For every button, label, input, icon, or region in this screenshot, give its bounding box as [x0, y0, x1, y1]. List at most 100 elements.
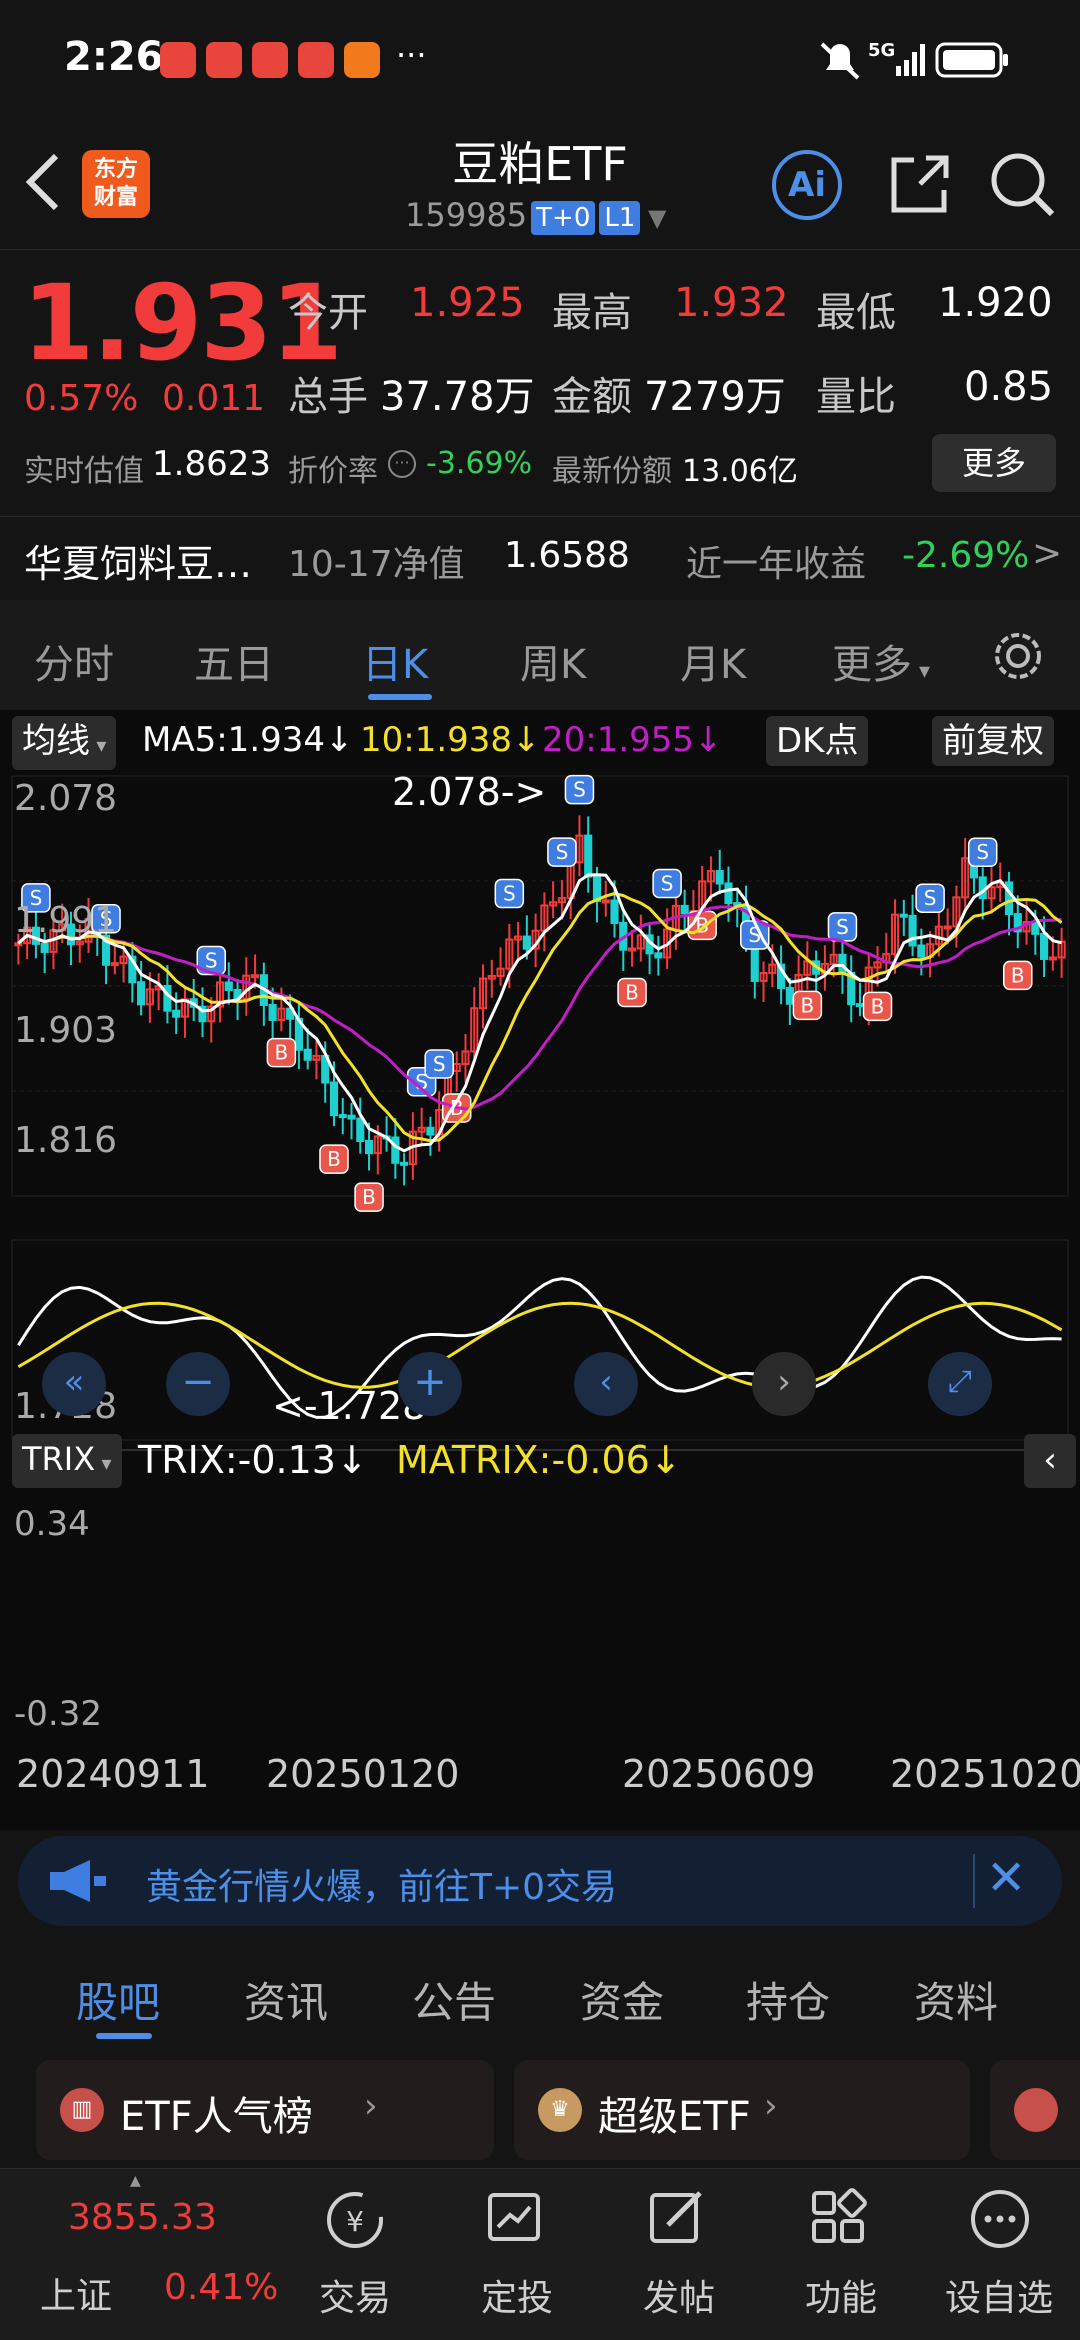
tab-weekly-k[interactable]: 周K: [520, 632, 586, 690]
trix-axis-max: 0.34: [14, 1504, 90, 1544]
chevron-right-icon: ›: [364, 2086, 378, 2126]
app-notification-icon: [344, 42, 380, 78]
index-change[interactable]: 0.41%: [164, 2267, 278, 2308]
tab-monthly-k[interactable]: 月K: [680, 632, 746, 690]
premium-label: 折价率: [288, 454, 378, 489]
candle: [601, 899, 610, 904]
mute-icon: [820, 42, 860, 80]
open-label: 今开: [288, 290, 368, 336]
super-etf-card[interactable]: ♛ 超级ETF ›: [514, 2060, 970, 2160]
date-axis-label: 20240911: [16, 1752, 210, 1796]
minus-icon[interactable]: −: [166, 1352, 230, 1416]
scroll-left-icon[interactable]: ‹: [574, 1352, 638, 1416]
tab-intraday[interactable]: 分时: [34, 632, 114, 690]
etf-popularity-card[interactable]: ▥ ETF人气榜 ›: [36, 2060, 494, 2160]
open-value: 1.925: [410, 280, 525, 326]
candle: [338, 1114, 347, 1119]
tab-five-day[interactable]: 五日: [194, 632, 274, 690]
nav-label: 10-17净值: [288, 544, 465, 585]
candle: [1031, 921, 1040, 935]
promo-banner[interactable]: 黄金行情火爆，前往T+0交易 ✕: [18, 1836, 1062, 1926]
tab-announcements[interactable]: 公告: [412, 1969, 496, 2030]
signal-marker-letter: S: [661, 871, 674, 895]
candle: [715, 870, 724, 885]
investment-plan-icon[interactable]: [484, 2187, 544, 2247]
signal-marker-letter: B: [275, 1041, 289, 1065]
signal-marker-letter: S: [836, 915, 849, 939]
signal-marker-letter: B: [327, 1147, 341, 1171]
price-axis-tick: 1.816: [14, 1120, 118, 1161]
volume-ratio-value: 0.85: [964, 364, 1054, 410]
trade-icon[interactable]: ¥: [322, 2187, 388, 2253]
candle: [1040, 932, 1049, 960]
candle: [303, 1048, 312, 1061]
compose-post-icon[interactable]: [646, 2187, 706, 2247]
etf-icon: [1014, 2088, 1058, 2132]
nav-functions[interactable]: 功能: [776, 2269, 906, 2321]
indicator-selector[interactable]: TRIX ▾: [12, 1434, 122, 1488]
signal-marker-letter: S: [433, 1052, 446, 1076]
tab-news[interactable]: 资讯: [244, 1969, 328, 2030]
nav-watchlist[interactable]: 设自选: [934, 2269, 1064, 2321]
bottom-nav: ▲ 3855.33 上证 0.41% ¥ 交易 定投 发帖 功能 设自选: [0, 2168, 1080, 2340]
ai-button[interactable]: Ai: [772, 150, 842, 220]
date-axis-label: 20251020: [890, 1752, 1080, 1796]
share-icon[interactable]: [884, 150, 954, 220]
amount-label: 金额: [552, 374, 632, 420]
tab-profile[interactable]: 资料: [914, 1969, 998, 2030]
tab-holdings[interactable]: 持仓: [746, 1969, 830, 2030]
tab-forum[interactable]: 股吧: [76, 1969, 160, 2030]
signal-icon: [896, 44, 925, 76]
t0-badge: T+0: [531, 201, 596, 235]
candle: [724, 882, 733, 905]
fullscreen-icon[interactable]: ⤢: [928, 1352, 992, 1416]
signal-marker-letter: S: [924, 886, 937, 910]
signal-marker-letter: B: [871, 994, 885, 1018]
app-notification-icon: [160, 42, 196, 78]
nav-plan[interactable]: 定投: [452, 2269, 582, 2321]
nav-trade[interactable]: 交易: [290, 2269, 420, 2321]
candle: [654, 952, 663, 959]
scroll-right-icon[interactable]: ›: [752, 1352, 816, 1416]
battery-icon: [935, 42, 1008, 78]
candle: [391, 1136, 400, 1164]
high-marker: 2.078->: [392, 770, 547, 814]
search-icon[interactable]: [988, 150, 1058, 220]
price-axis-tick: 1.991: [14, 900, 118, 941]
premium-value: -3.69%: [426, 446, 533, 481]
tab-capital[interactable]: 资金: [580, 1969, 664, 2030]
candle: [251, 974, 260, 979]
tab-more[interactable]: 更多 ▾: [832, 632, 930, 690]
settings-gear-icon[interactable]: [990, 628, 1046, 684]
matrix-value: MATRIX:-0.06↓: [396, 1438, 682, 1482]
level-badge: L1: [599, 201, 641, 235]
fund-info-row[interactable]: 华夏饲料豆… 10-17净值 1.6588 近一年收益 -2.69% >: [0, 516, 1080, 600]
tab-daily-k[interactable]: 日K: [362, 632, 428, 690]
candle: [14, 942, 23, 947]
more-button[interactable]: 更多: [932, 434, 1056, 492]
shares-label: 最新份额: [552, 454, 672, 489]
candle: [347, 1114, 356, 1120]
card-title: 超级ETF: [598, 2094, 751, 2140]
signal-marker-letter: S: [503, 882, 516, 906]
candle: [172, 1009, 181, 1018]
app-notification-icon: [252, 42, 288, 78]
add-watchlist-icon[interactable]: [968, 2187, 1032, 2251]
nav-post[interactable]: 发帖: [614, 2269, 744, 2321]
collapse-panel-icon[interactable]: ‹: [1024, 1434, 1076, 1488]
plus-icon[interactable]: +: [398, 1352, 462, 1416]
functions-grid-icon[interactable]: [808, 2187, 868, 2247]
partial-card[interactable]: [990, 2060, 1080, 2160]
candle: [110, 962, 119, 967]
one-year-return-value: -2.69%: [902, 535, 1030, 576]
zoom-out-icon[interactable]: «: [42, 1352, 106, 1416]
chart-area[interactable]: 均线 ▾ MA5:1.934↓ 10:1.938↓ 20:1.955↓ DK点 …: [0, 710, 1080, 1830]
candle: [426, 1126, 435, 1136]
index-name[interactable]: 上证: [40, 2267, 112, 2319]
close-icon[interactable]: ✕: [986, 1850, 1026, 1906]
info-icon[interactable]: ···: [388, 450, 416, 478]
index-value[interactable]: 3855.33: [68, 2197, 217, 2238]
caret-up-icon: ▲: [130, 2173, 141, 2189]
low-label: 最低: [816, 290, 896, 336]
chart-bars-icon: ▥: [60, 2088, 104, 2132]
